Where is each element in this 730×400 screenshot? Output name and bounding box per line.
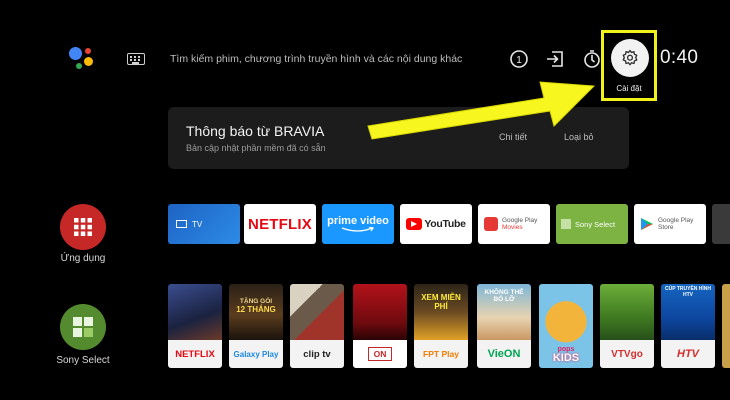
content-card-vtvgo[interactable]: VTVgo <box>600 284 654 368</box>
notification-count: 1 <box>516 55 522 66</box>
search-hint[interactable]: Tìm kiếm phim, chương trình truyền hình … <box>170 53 462 65</box>
notification-badge-icon[interactable]: 1 <box>509 49 529 69</box>
clock: 0:40 <box>660 47 699 68</box>
card-htv-label: HTV <box>661 340 715 368</box>
card-pops-line2: KIDS <box>552 352 580 364</box>
tile-gp-store-line1: Google Play <box>658 216 694 224</box>
card-fpt-top: XEM MIỄN PHÍ <box>421 293 461 311</box>
play-store-icon <box>641 218 653 230</box>
app-tile-google-play-movies[interactable]: Google Play Movies <box>478 204 550 244</box>
card-vtvgo-label: VTVgo <box>600 340 654 368</box>
card-on-label: ON <box>367 347 393 361</box>
card-netflix-label: NETFLIX <box>168 340 222 368</box>
app-tile-youtube[interactable]: YouTube <box>400 204 472 244</box>
tile-sony-select-label: Sony Select <box>575 219 616 229</box>
app-tile-google-play-store[interactable]: Google Play Store <box>634 204 706 244</box>
sony-select-small-icon <box>561 219 571 229</box>
google-assistant-icon[interactable] <box>68 46 96 72</box>
card-galaxy-top-line2: 12 THÁNG <box>236 305 276 314</box>
tile-gp-movies-line1: Google Play <box>502 216 538 224</box>
content-card-pops-kids[interactable]: pops KIDS <box>539 284 593 368</box>
content-card-netflix[interactable]: NETFLIX <box>168 284 222 368</box>
youtube-play-icon <box>406 218 423 230</box>
content-card-vieon[interactable]: KHÔNG THỂ BỎ LỠ VieON <box>477 284 531 368</box>
content-card-partial[interactable] <box>722 284 730 368</box>
prime-smile-icon <box>341 227 375 232</box>
apps-label: Ứng dụng <box>60 253 106 264</box>
input-source-icon[interactable] <box>545 49 565 69</box>
sony-select-label: Sony Select <box>56 355 110 366</box>
card-vieon-label: VieON <box>477 340 531 368</box>
app-tile-tv[interactable]: TV <box>168 204 240 244</box>
card-htv-top: CÚP TRUYỀN HÌNH HTV <box>664 286 712 298</box>
card-vieon-top-line2: BỎ LỠ <box>493 296 515 303</box>
app-tile-sony-select[interactable]: Sony Select <box>556 204 628 244</box>
settings-highlight-box <box>601 30 657 101</box>
content-card-clip-tv[interactable]: clip tv <box>290 284 344 368</box>
content-card-htv[interactable]: CÚP TRUYỀN HÌNH HTV HTV <box>661 284 715 368</box>
card-galaxy-label: Galaxy Play <box>229 340 283 368</box>
notification-title: Thông báo từ BRAVIA <box>186 123 325 139</box>
content-card-fpt-play[interactable]: XEM MIỄN PHÍ FPT Play <box>414 284 468 368</box>
tile-youtube-label: YouTube <box>424 218 466 230</box>
app-tile-partial[interactable] <box>712 204 730 244</box>
tile-netflix-label: NETFLIX <box>248 215 312 233</box>
tile-gp-movies-line2: Movies <box>502 224 523 231</box>
app-tile-prime-video[interactable]: prime video <box>322 204 394 244</box>
keyboard-icon[interactable] <box>127 53 145 65</box>
tile-gp-store-line2: Store <box>658 224 674 231</box>
card-fpt-label: FPT Play <box>414 340 468 368</box>
tv-icon <box>176 220 187 228</box>
content-card-galaxy-play[interactable]: TẶNG GÓI 12 THÁNG Galaxy Play <box>229 284 283 368</box>
sony-select-button[interactable] <box>60 304 106 350</box>
app-tile-netflix[interactable]: NETFLIX <box>244 204 316 244</box>
yellow-arrow-annotation <box>367 81 596 140</box>
sony-select-icon <box>73 317 93 337</box>
tile-prime-label: prime video <box>327 215 389 227</box>
apps-button[interactable] <box>60 204 106 250</box>
tile-tv-label: TV <box>192 219 203 229</box>
notification-subtitle: Bản cập nhật phần mềm đã có sẵn <box>186 143 326 153</box>
apps-grid-icon <box>74 218 92 236</box>
card-cliptv-label: clip tv <box>290 340 344 368</box>
timer-icon[interactable] <box>582 49 602 69</box>
play-movies-icon <box>484 217 498 231</box>
content-card-on[interactable]: ON <box>353 284 407 368</box>
